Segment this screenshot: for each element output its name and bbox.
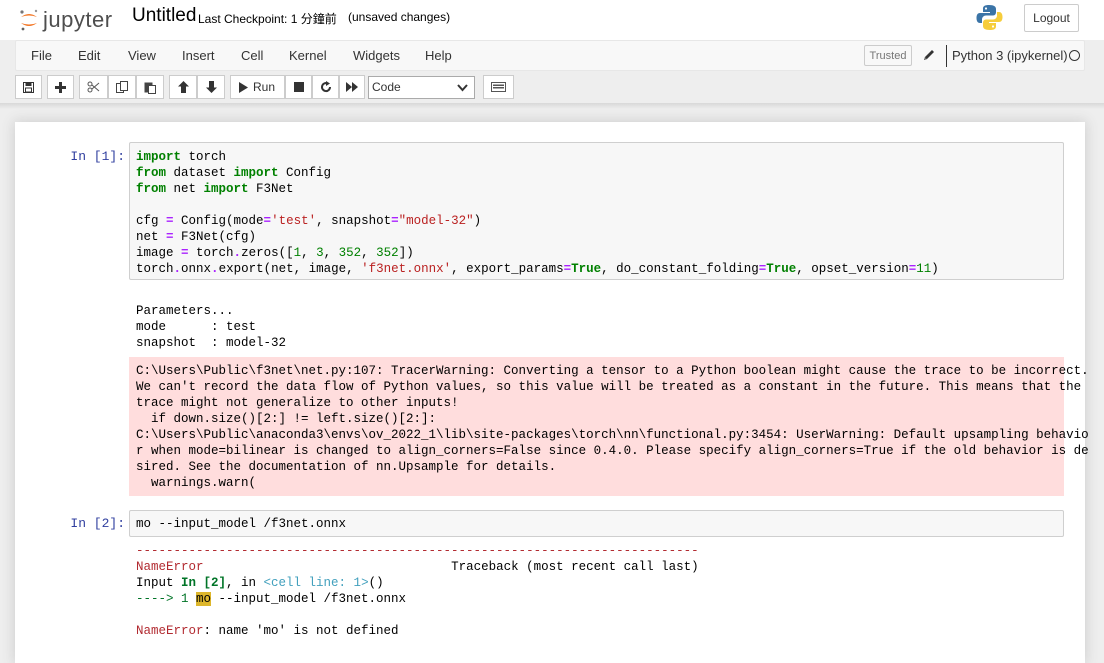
stop-icon — [293, 82, 304, 92]
restart-run-all-button[interactable] — [339, 75, 365, 99]
save-button[interactable] — [15, 75, 42, 99]
traceback-call-suffix: () — [368, 576, 384, 590]
menu-kernel[interactable]: Kernel — [289, 41, 327, 70]
cell-1-stderr-text: C:\Users\Public\f3net\net.py:107: Tracer… — [136, 364, 1089, 490]
header-shadow — [0, 103, 1104, 109]
command-palette-button[interactable] — [483, 75, 514, 99]
cell-2-input[interactable]: mo --input_model /f3net.onnx — [129, 510, 1064, 537]
notebook-name[interactable]: Untitled — [132, 5, 196, 27]
menu-cell[interactable]: Cell — [241, 41, 263, 70]
toolbar: Run Code — [15, 75, 1085, 99]
trusted-indicator[interactable]: Trusted — [864, 45, 912, 66]
final-error-message: : name 'mo' is not defined — [203, 624, 399, 638]
cell-1-stdout: Parameters... mode : test snapshot : mod… — [136, 304, 287, 350]
paste-icon — [144, 82, 156, 94]
arrow-up-icon — [177, 81, 189, 93]
cut-button[interactable] — [79, 75, 108, 99]
traceback-arrow: ----> 1 — [136, 592, 197, 606]
traceback-label: Traceback (most recent call last) — [451, 560, 699, 574]
chevron-down-icon — [457, 84, 468, 92]
python-logo-icon — [976, 5, 1003, 30]
code-token: import — [136, 150, 182, 164]
notebook-container: In [1]: import torch from dataset import… — [15, 122, 1089, 663]
fast-forward-icon — [346, 82, 358, 92]
restart-icon — [320, 81, 331, 93]
menu-help[interactable]: Help — [425, 41, 452, 70]
header: jupyter Untitled Last Checkpoint: 1 分鐘前 … — [0, 0, 1104, 40]
copy-button[interactable] — [108, 75, 136, 99]
cell-1-stderr: C:\Users\Public\f3net\net.py:107: Tracer… — [129, 357, 1089, 496]
save-icon — [23, 81, 34, 93]
menu-file[interactable]: File — [31, 41, 52, 70]
traceback-input-prefix: Input — [136, 576, 182, 590]
keyboard-icon — [491, 82, 506, 92]
traceback-rule: ----------------------------------------… — [136, 544, 699, 558]
play-icon — [239, 81, 248, 93]
menu-insert[interactable]: Insert — [182, 41, 215, 70]
autosave-status: (unsaved changes) — [348, 10, 451, 24]
cell-type-select[interactable]: Code — [368, 76, 475, 99]
jupyter-logo-icon — [20, 9, 38, 31]
final-error-name: NameError — [136, 624, 204, 638]
jupyter-logo[interactable]: jupyter — [18, 6, 113, 34]
kernel-separator — [946, 45, 947, 67]
insert-cell-button[interactable] — [47, 75, 74, 99]
cell-1-input[interactable]: import torch from dataset import Config … — [129, 142, 1064, 280]
traceback-input-mid: , in — [226, 576, 264, 590]
traceback-cell-line: <cell line: 1> — [263, 576, 369, 590]
checkpoint-status: Last Checkpoint: 1 分鐘前 — [198, 12, 337, 26]
cell-2-prompt: In [2]: — [70, 516, 125, 531]
cell-2-code: mo --input_model /f3net.onnx — [136, 516, 346, 532]
cell-1-prompt: In [1]: — [70, 149, 125, 164]
jupyter-logo-text: jupyter — [43, 7, 113, 32]
traceback-input-ref: In [2] — [181, 576, 227, 590]
move-up-button[interactable] — [169, 75, 197, 99]
traceback-offending-token: mo — [196, 592, 212, 606]
interrupt-button[interactable] — [285, 75, 312, 99]
traceback-error-name: NameError — [136, 560, 204, 574]
cell-2-code-text: mo --input_model /f3net.onnx — [136, 517, 347, 531]
menu-edit[interactable]: Edit — [78, 41, 100, 70]
logout-button[interactable]: Logout — [1024, 4, 1079, 32]
plus-icon — [55, 81, 66, 93]
traceback-rest: --input_model /f3net.onnx — [211, 592, 407, 606]
arrow-down-icon — [205, 81, 217, 93]
scissors-icon — [87, 81, 100, 93]
run-button[interactable]: Run — [230, 75, 285, 99]
cell-1-code: import torch from dataset import Config … — [136, 150, 939, 276]
pencil-icon[interactable] — [922, 48, 936, 62]
restart-button[interactable] — [312, 75, 339, 99]
menu-view[interactable]: View — [128, 41, 156, 70]
run-label: Run — [253, 80, 276, 94]
menubar: File Edit View Insert Cell Kernel Widget… — [15, 40, 1085, 71]
kernel-name[interactable]: Python 3 (ipykernel) — [952, 41, 1068, 70]
copy-icon — [116, 81, 128, 93]
move-down-button[interactable] — [197, 75, 225, 99]
cell-2-traceback: ----------------------------------------… — [136, 543, 699, 639]
menu-widgets[interactable]: Widgets — [353, 41, 400, 70]
cell-type-value: Code — [372, 80, 401, 94]
paste-button[interactable] — [136, 75, 164, 99]
kernel-idle-indicator-icon — [1069, 50, 1080, 61]
